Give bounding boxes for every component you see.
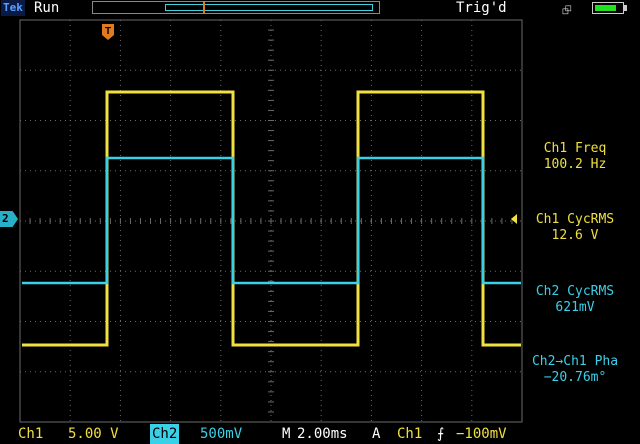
trigger-marker-letter: T (105, 26, 111, 37)
graticule (19, 19, 523, 423)
phase-readout: Ch2→Ch1 Pha −20.76m° (516, 354, 634, 386)
readout-label: Ch1 CycRMS (535, 212, 615, 227)
readout-label: Ch2→Ch1 Pha (531, 354, 619, 369)
trigger-source[interactable]: Ch1 (397, 424, 422, 444)
ch1-label[interactable]: Ch1 (18, 424, 43, 444)
ch2-scale: 500mV (200, 426, 243, 442)
trigger-mode: A (372, 426, 381, 442)
timebase-label: M (282, 426, 291, 442)
readout-value: −20.76m° (543, 370, 607, 385)
ch1-freq-readout: Ch1 Freq 100.2 Hz (516, 141, 634, 173)
timebase-value[interactable]: 2.00ms (297, 424, 348, 444)
readout-value: 621mV (555, 300, 595, 315)
readout-value: 100.2 Hz (543, 157, 607, 172)
trigger-position-marker[interactable]: T (101, 23, 115, 41)
trigger-level[interactable]: −100mV (456, 424, 507, 444)
ch1-scale: 5.00 V (68, 426, 119, 442)
ch1-cycrms-readout: Ch1 CycRMS 12.6 V (516, 212, 634, 244)
readout-label: Ch1 Freq (543, 141, 607, 156)
readout-value: 12.6 V (551, 228, 599, 243)
rising-edge-icon: ⨍ (437, 426, 445, 442)
readout-label: Ch2 CycRMS (535, 284, 615, 299)
bottom-status-bar: Ch1 5.00 V Ch2 500mV M 2.00ms A Ch1 ⨍ −1… (0, 424, 640, 444)
ch2-cycrms-readout: Ch2 CycRMS 621mV (516, 284, 634, 316)
ch2-label[interactable]: Ch2 (150, 424, 180, 444)
